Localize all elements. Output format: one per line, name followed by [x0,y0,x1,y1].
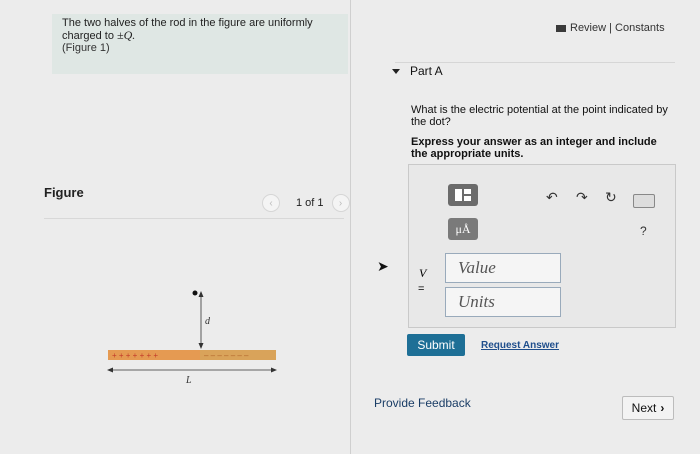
review-constants-link[interactable]: Review | Constants [556,22,665,34]
next-button[interactable]: Next › [622,396,674,420]
template-grid-icon [455,189,471,201]
figure-link[interactable]: (Figure 1) [62,42,338,54]
potential-point-dot [192,290,198,296]
collapse-triangle-icon[interactable] [392,68,400,74]
minus-charges: – – – – – – – [204,351,249,360]
L-arrow-left [107,367,113,373]
question-text: What is the electric potential at the po… [411,104,668,128]
part-divider [395,62,675,63]
chevron-right-icon: › [660,401,665,415]
book-icon [556,24,566,32]
units-input[interactable]: Units [445,287,561,317]
L-arrow-right [271,367,277,373]
rod-figure: d + + + + + + + – – – – – – – L [107,290,277,386]
templates-button[interactable] [448,184,478,206]
next-figure-button[interactable]: › [331,194,350,212]
problem-statement: The two halves of the rod in the figure … [52,14,348,74]
part-a-header[interactable]: Part A [392,64,443,78]
d-arrow-bottom [198,343,204,349]
charge-symbol: ±Q. [117,28,136,42]
reset-icon[interactable]: ↻ [605,189,617,206]
provide-feedback-link[interactable]: Provide Feedback [374,396,471,410]
d-arrow-top [198,291,204,297]
figure-pager: ‹ 1 of 1 › [262,194,350,212]
figure-page-count: 1 of 1 [296,197,324,209]
L-label: L [185,375,192,386]
redo-icon[interactable]: ↷ [576,189,588,206]
figure-divider [44,218,344,219]
request-answer-link[interactable]: Request Answer [481,340,559,351]
equals-sign: = [418,283,425,295]
help-icon[interactable]: ? [640,224,647,238]
variable-symbol: V [419,266,427,280]
d-label: d [205,316,211,327]
submit-button[interactable]: Submit [407,334,465,356]
prev-figure-button[interactable]: ‹ [262,194,280,212]
figure-label: Figure [44,185,84,200]
units-symbol-button[interactable]: μÅ [448,218,478,240]
panel-divider [350,0,351,454]
undo-icon[interactable]: ↶ [546,189,558,206]
part-a-title: Part A [410,64,443,78]
value-input[interactable]: Value [445,253,561,283]
mouse-cursor-icon: ➤ [377,258,389,274]
plus-charges: + + + + + + + [112,351,158,360]
keyboard-icon[interactable] [633,194,655,208]
problem-line-1: The two halves of the rod in the figure … [62,17,313,29]
problem-line-2: charged to ±Q. [62,28,136,42]
answer-instruction: Express your answer as an integer and in… [411,136,657,160]
